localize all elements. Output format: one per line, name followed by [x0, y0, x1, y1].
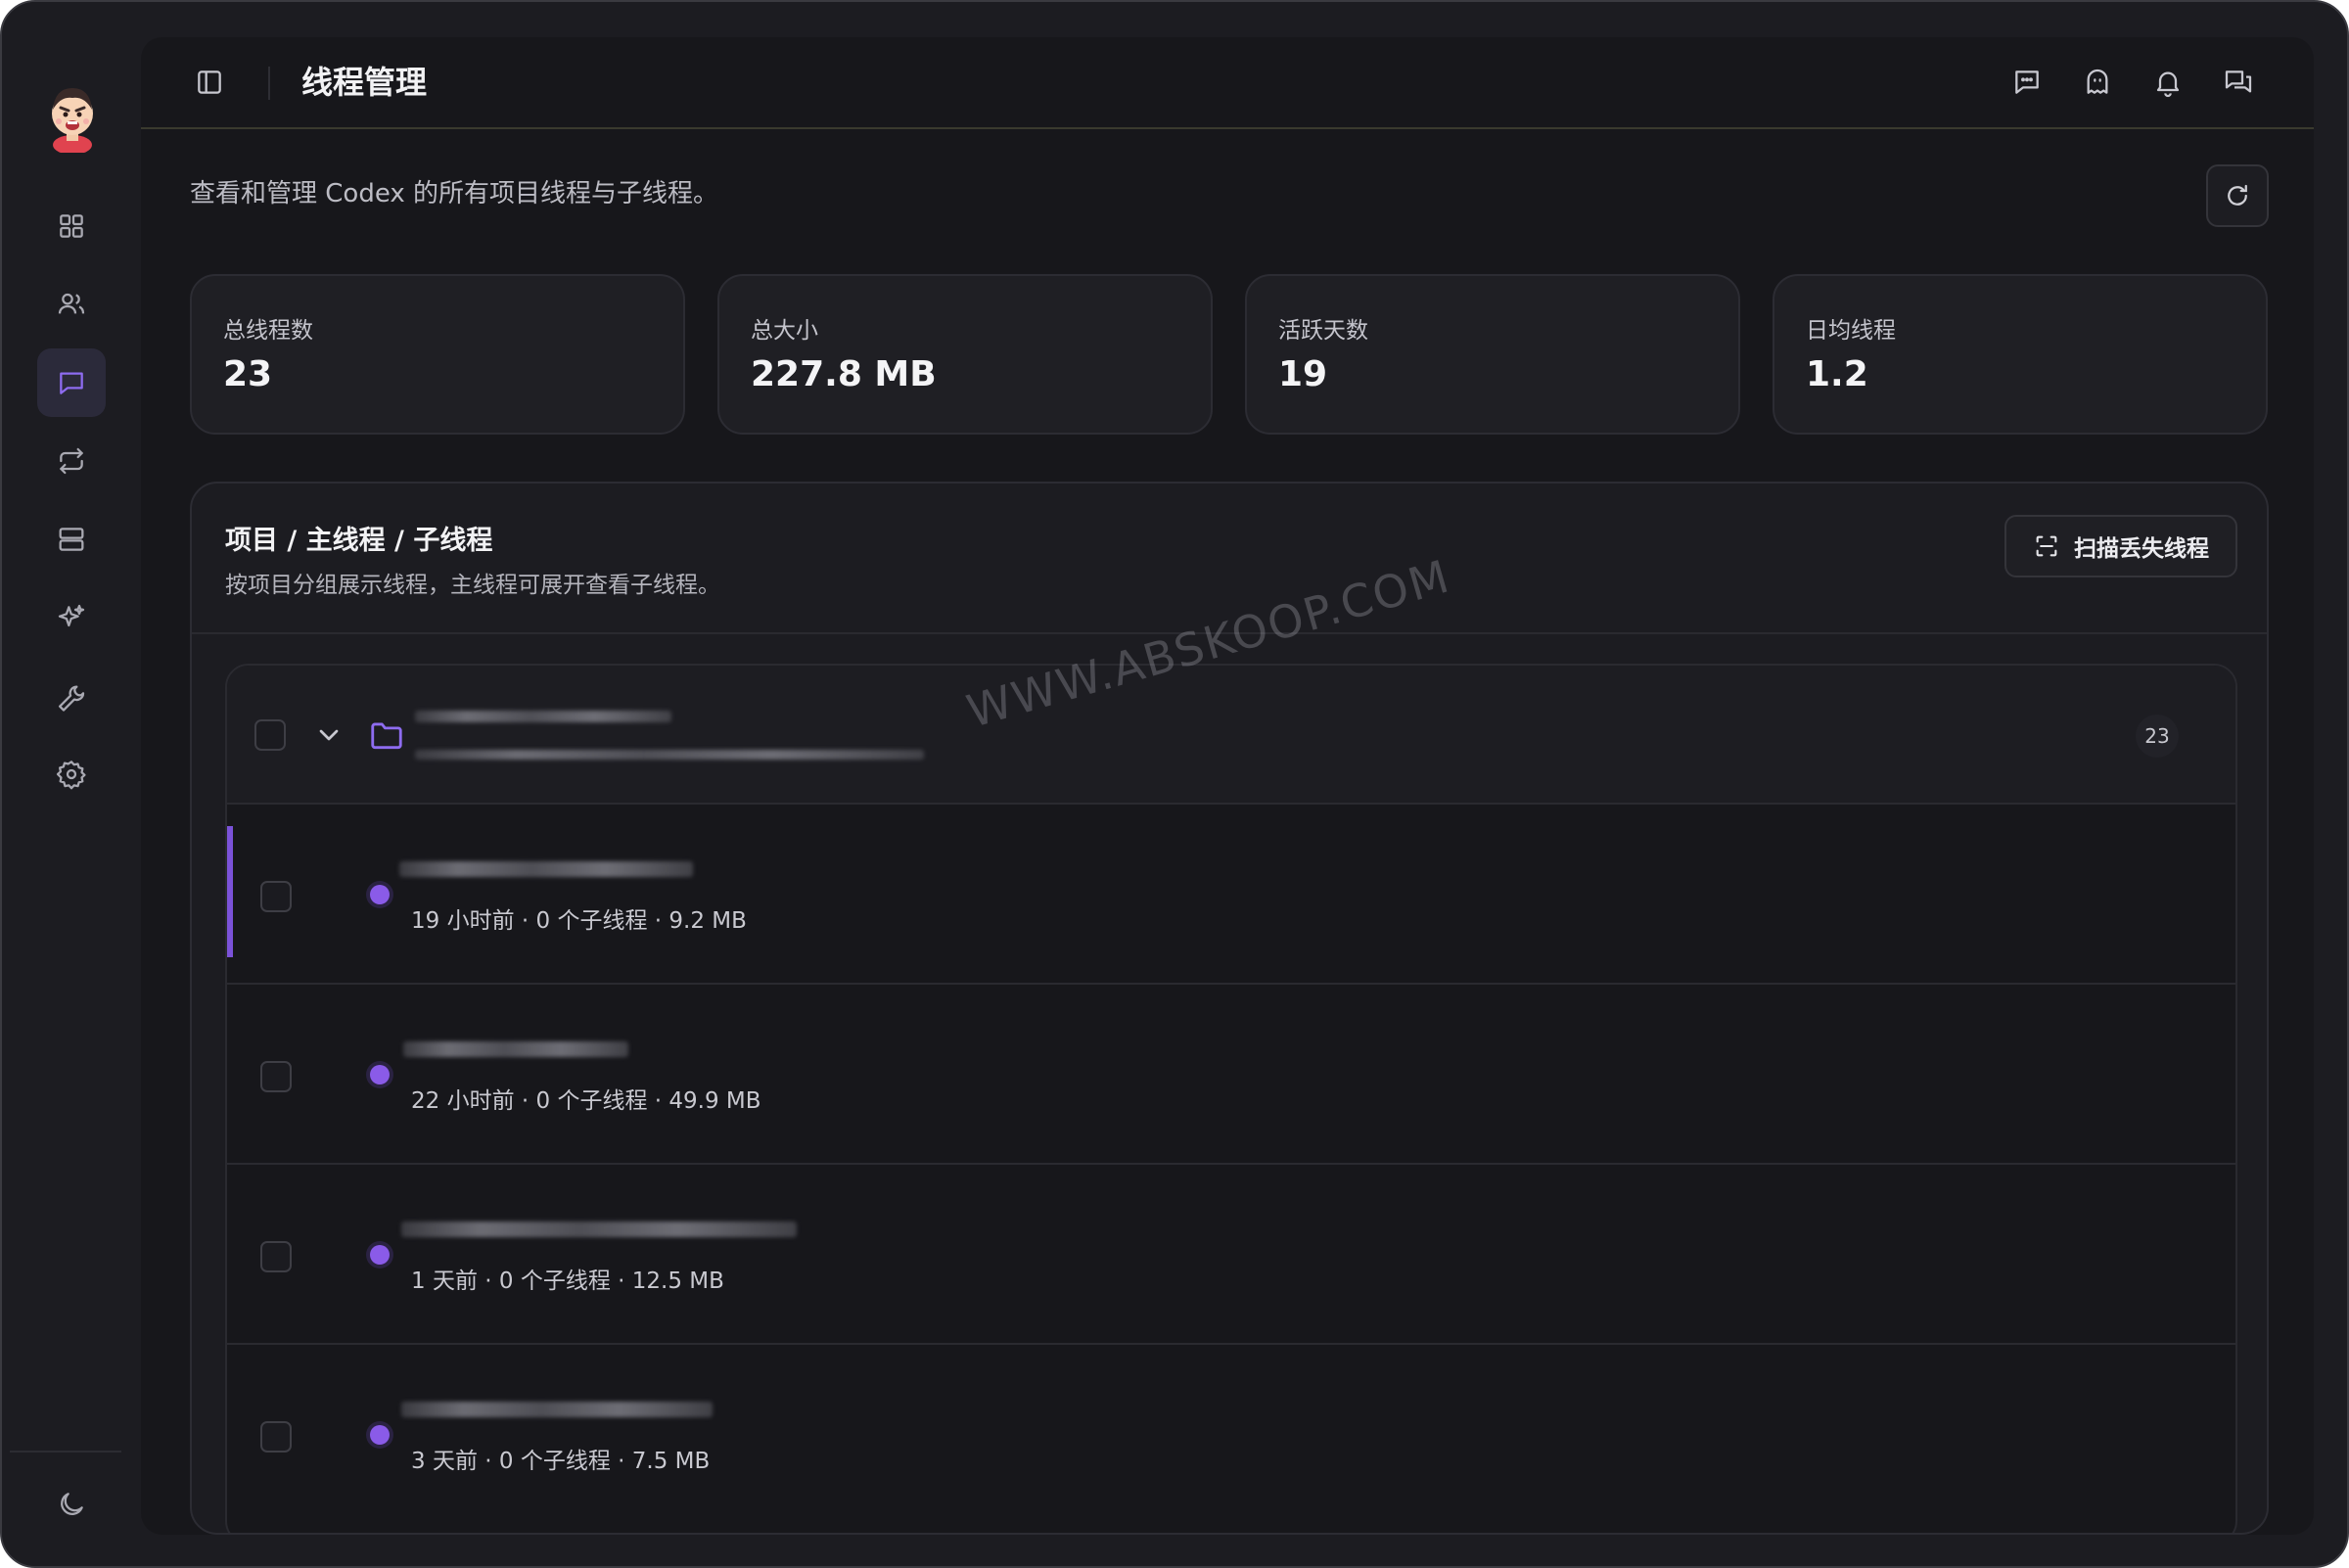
- sparkles-icon: [58, 604, 85, 627]
- threads-panel: 项目 / 主线程 / 子线程 按项目分组展示线程，主线程可展开查看子线程。 扫描…: [190, 482, 2269, 1535]
- scan-button-label: 扫描丢失线程: [2074, 536, 2209, 562]
- page-title: 线程管理: [301, 64, 428, 101]
- thread-title-redacted: [403, 1041, 628, 1057]
- stat-value: 19: [1278, 354, 1328, 394]
- thread-status-dot: [370, 1245, 390, 1265]
- ghost-button[interactable]: [2076, 61, 2119, 104]
- nav-ai[interactable]: [37, 583, 106, 652]
- thread-status-dot: [370, 885, 390, 904]
- nav-settings[interactable]: [37, 740, 106, 808]
- thread-meta: 22 小时前 · 0 个子线程 · 49.9 MB: [411, 1088, 761, 1114]
- notifications-button[interactable]: [2146, 61, 2189, 104]
- toggle-sidebar-button[interactable]: [188, 61, 231, 104]
- chevron-down-icon[interactable]: [313, 719, 345, 751]
- refresh-icon: [2228, 184, 2247, 206]
- header-separator: [268, 67, 270, 100]
- nav-users[interactable]: [37, 270, 106, 339]
- sync-arrows-icon: [60, 447, 83, 475]
- stat-label: 活跃天数: [1278, 318, 1368, 344]
- stat-label: 总大小: [751, 318, 818, 344]
- avatar[interactable]: [45, 82, 100, 155]
- thread-meta: 1 天前 · 0 个子线程 · 12.5 MB: [411, 1268, 724, 1294]
- thread-row[interactable]: 22 小时前 · 0 个子线程 · 49.9 MB: [227, 985, 2235, 1165]
- bell-icon: [2156, 71, 2180, 98]
- message-icon: [2015, 70, 2039, 94]
- thread-meta: 19 小时前 · 0 个子线程 · 9.2 MB: [411, 908, 747, 934]
- message-button[interactable]: [2005, 61, 2049, 104]
- thread-row[interactable]: 3 天前 · 0 个子线程 · 7.5 MB: [227, 1345, 2235, 1525]
- stat-card-total-threads: 总线程数 23: [190, 274, 685, 435]
- stat-value: 1.2: [1806, 354, 1868, 394]
- top-bar: 线程管理: [141, 37, 2314, 129]
- nav-dashboard[interactable]: [37, 192, 106, 260]
- toggle-sidebar-icon: [198, 70, 221, 94]
- conversations-button[interactable]: [2217, 61, 2260, 104]
- nav-threads[interactable]: [37, 348, 106, 417]
- users-icon: [58, 293, 85, 314]
- sidebar-divider: [10, 1451, 121, 1453]
- panel-title: 项目 / 主线程 / 子线程: [225, 526, 493, 556]
- wrench-icon: [59, 685, 85, 712]
- thread-row[interactable]: 1 天前 · 0 个子线程 · 12.5 MB: [227, 1165, 2235, 1345]
- thread-row[interactable]: 19 小时前 · 0 个子线程 · 9.2 MB: [227, 805, 2235, 985]
- chat-bubble-icon: [60, 372, 83, 394]
- thread-list: 23 19 小时前 · 0 个子线程 · 9.2 MB 22 小时前 · 0 个…: [225, 664, 2237, 1533]
- selected-indicator: [227, 826, 233, 957]
- nav-storage[interactable]: [37, 505, 106, 574]
- project-name-redacted: [415, 711, 671, 722]
- nav-tools[interactable]: [37, 662, 106, 730]
- page-description: 查看和管理 Codex 的所有项目线程与子线程。: [190, 179, 719, 208]
- thread-meta: 3 天前 · 0 个子线程 · 7.5 MB: [411, 1449, 711, 1474]
- stat-card-daily-average: 日均线程 1.2: [1773, 274, 2268, 435]
- conversations-icon: [2225, 70, 2252, 93]
- project-path-redacted: [415, 750, 924, 760]
- panel-description: 按项目分组展示线程，主线程可展开查看子线程。: [225, 573, 720, 598]
- stat-value: 227.8 MB: [751, 354, 937, 394]
- panel-divider: [192, 632, 2267, 634]
- folder-icon: [368, 716, 405, 754]
- main-content: 线程管理 查看和管理 Codex 的所有项目线程与子线程。 总线程数 23 总大…: [141, 37, 2314, 1535]
- app-window: 线程管理 查看和管理 Codex 的所有项目线程与子线程。 总线程数 23 总大…: [0, 0, 2349, 1568]
- moon-icon: [61, 1493, 83, 1515]
- theme-toggle-button[interactable]: [37, 1470, 106, 1539]
- thread-title-redacted: [401, 1402, 713, 1417]
- stat-value: 23: [223, 354, 273, 394]
- sidebar: [2, 2, 141, 1566]
- thread-title-redacted: [401, 1222, 797, 1237]
- stat-label: 日均线程: [1806, 318, 1896, 344]
- thread-checkbox[interactable]: [260, 1421, 292, 1453]
- scan-icon: [2036, 535, 2057, 557]
- storage-icon: [59, 528, 84, 551]
- gear-icon: [56, 761, 86, 790]
- thread-checkbox[interactable]: [260, 1061, 292, 1092]
- stat-card-active-days: 活跃天数 19: [1245, 274, 1740, 435]
- thread-status-dot: [370, 1065, 390, 1084]
- project-group-row[interactable]: 23: [227, 666, 2235, 805]
- stat-card-total-size: 总大小 227.8 MB: [717, 274, 1213, 435]
- thread-count-badge: 23: [2136, 715, 2179, 758]
- thread-checkbox[interactable]: [260, 1241, 292, 1272]
- dashboard-grid-icon: [60, 214, 83, 238]
- ghost-icon: [2087, 69, 2108, 94]
- nav-sync[interactable]: [37, 427, 106, 495]
- group-checkbox[interactable]: [254, 719, 286, 751]
- stat-label: 总线程数: [223, 318, 313, 344]
- thread-checkbox[interactable]: [260, 881, 292, 912]
- scan-lost-threads-button[interactable]: 扫描丢失线程: [2004, 515, 2237, 577]
- thread-status-dot: [370, 1425, 390, 1445]
- refresh-button[interactable]: [2206, 164, 2269, 227]
- thread-title-redacted: [399, 861, 693, 877]
